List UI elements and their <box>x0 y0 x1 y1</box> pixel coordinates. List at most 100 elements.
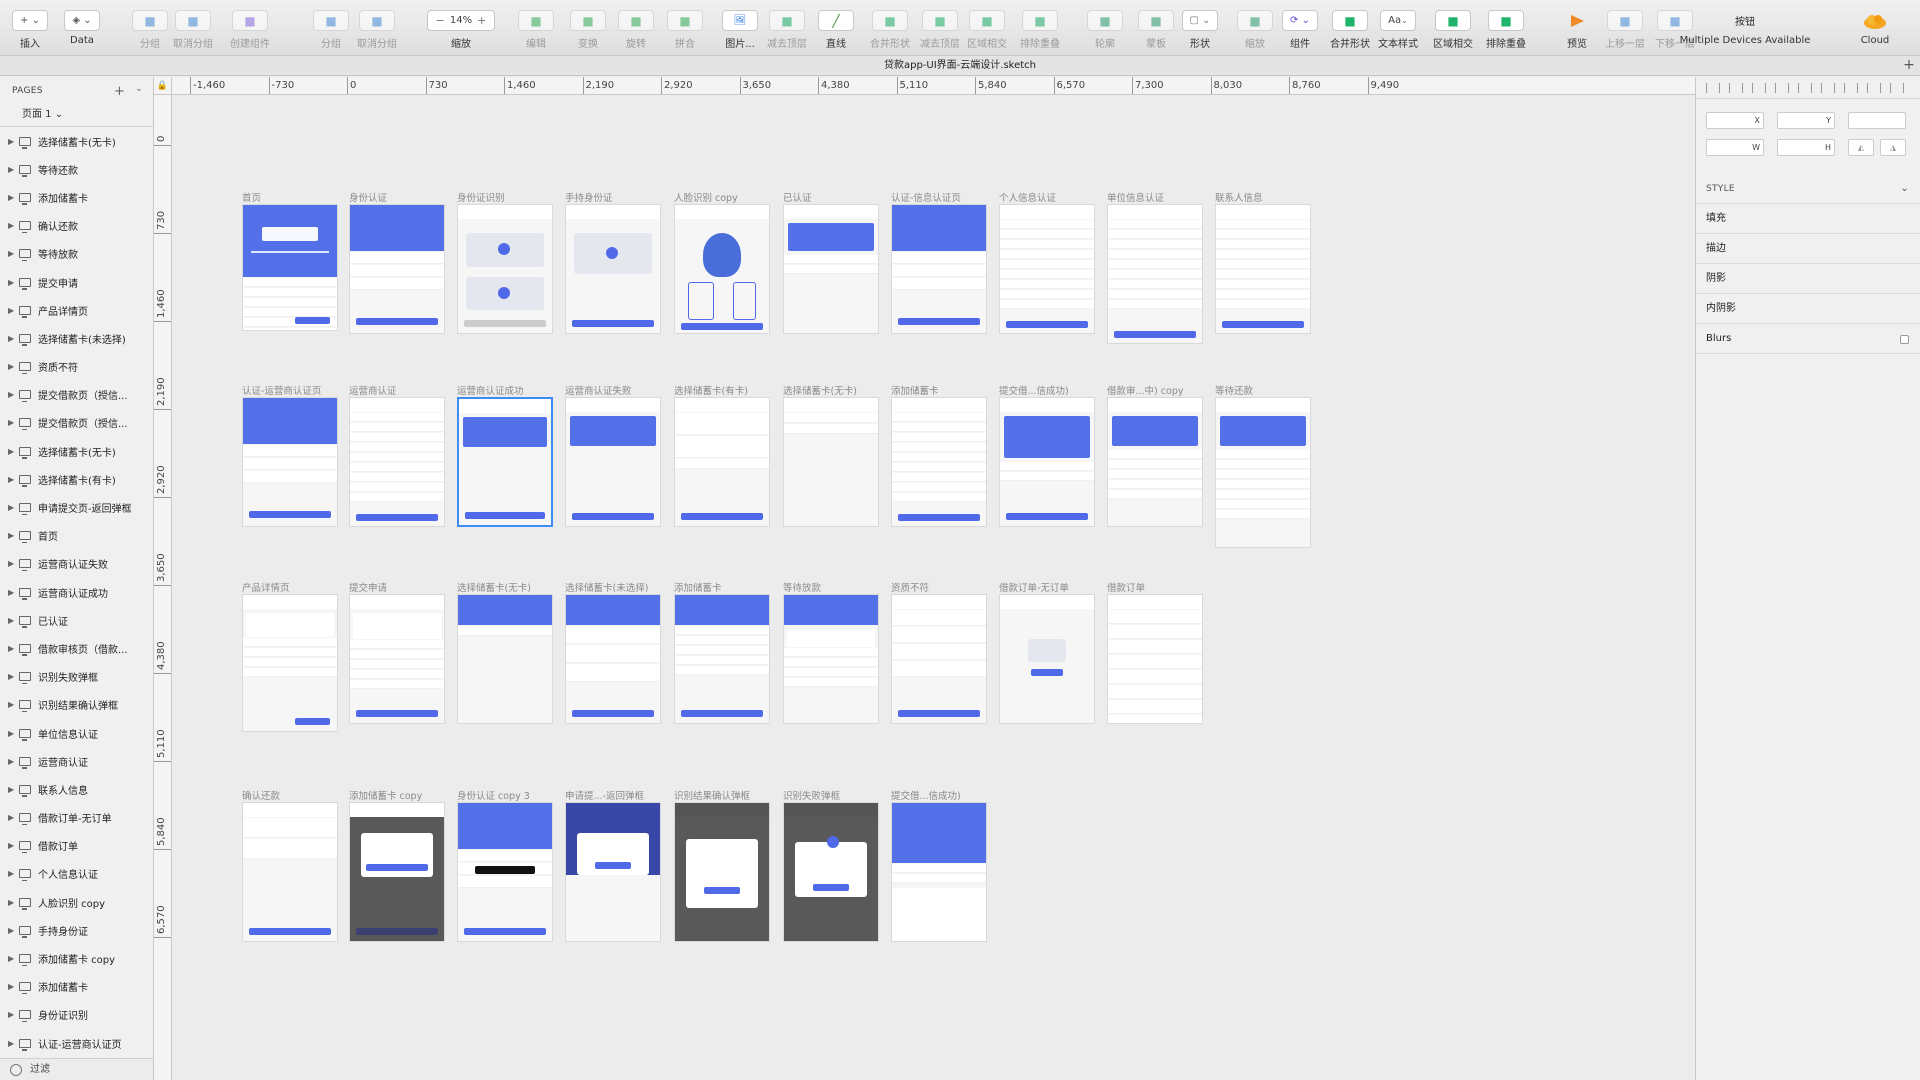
align-icon[interactable] <box>1775 82 1789 93</box>
layer-artboard[interactable]: ▶ 借款订单-无订单 <box>0 804 153 832</box>
y-field[interactable]: Y <box>1777 112 1835 129</box>
flip-horizontal-button[interactable]: ◭ <box>1848 139 1874 156</box>
layer-artboard[interactable]: ▶ 等待还款 <box>0 155 153 183</box>
toolbar-image-button[interactable]: 🖼 图片... <box>720 0 760 56</box>
artboard-screen[interactable] <box>674 204 770 335</box>
disclosure-triangle-icon[interactable]: ▶ <box>8 306 14 315</box>
layer-artboard[interactable]: ▶ 产品详情页 <box>0 296 153 324</box>
toolbar-difference-button[interactable]: ■ 排除重叠 <box>1486 0 1526 56</box>
artboard-screen[interactable] <box>565 204 661 335</box>
artboard[interactable]: 添加储蓄卡 copy <box>349 791 445 942</box>
layer-artboard[interactable]: ▶ 借款订单 <box>0 832 153 860</box>
disclosure-triangle-icon[interactable]: ▶ <box>8 165 14 174</box>
toolbar-group-button[interactable]: ■ 分组 <box>311 0 351 56</box>
new-tab-plus-icon[interactable]: + <box>1902 58 1916 73</box>
artboard[interactable]: 人脸识别 copy <box>674 193 770 335</box>
artboard-screen[interactable] <box>457 204 553 335</box>
artboard-title[interactable]: 手持身份证 <box>565 190 613 204</box>
artboard-screen[interactable] <box>349 594 445 725</box>
artboard-title[interactable]: 提交申请 <box>349 580 387 594</box>
artboard-screen[interactable] <box>999 204 1095 335</box>
artboard[interactable]: 识别失败弹框 <box>783 791 879 942</box>
artboard[interactable]: 选择储蓄卡(无卡) <box>783 386 879 528</box>
horizontal-ruler[interactable]: -1,460 -730 0 730 1,460 2,190 2,920 3,650 4,380 5… <box>154 77 1695 95</box>
artboard[interactable]: 选择储蓄卡(未选择) <box>565 583 661 725</box>
artboard-screen[interactable] <box>1215 204 1311 335</box>
align-icon[interactable] <box>1798 82 1812 93</box>
layer-artboard[interactable]: ▶ 等待放款 <box>0 240 153 268</box>
artboard[interactable]: 已认证 <box>783 193 879 335</box>
disclosure-triangle-icon[interactable]: ▶ <box>8 418 14 427</box>
style-section[interactable]: 阴影 <box>1696 264 1920 294</box>
current-page-selector[interactable]: 页面 1 ⌄ <box>0 105 153 127</box>
disclosure-triangle-icon[interactable]: ▶ <box>8 475 14 484</box>
layer-artboard[interactable]: ▶ 个人信息认证 <box>0 860 153 888</box>
toolbar-text-style-button[interactable]: Aa ⌄ 文本样式 <box>1378 0 1418 56</box>
artboard-title[interactable]: 选择储蓄卡(有卡) <box>674 383 748 397</box>
artboard-screen[interactable] <box>891 802 987 942</box>
layer-artboard[interactable]: ▶ 选择储蓄卡(无卡) <box>0 437 153 465</box>
artboard-title[interactable]: 个人信息认证 <box>999 190 1056 204</box>
artboard-screen[interactable] <box>242 204 338 332</box>
disclosure-triangle-icon[interactable]: ▶ <box>8 729 14 738</box>
toolbar-zoom-button[interactable]: −14% + 缩放 <box>427 0 495 56</box>
artboard-screen[interactable] <box>242 397 338 528</box>
artboard-screen[interactable] <box>783 204 879 335</box>
artboard-title[interactable]: 借款审...中) copy <box>1107 383 1183 397</box>
artboard-screen[interactable] <box>457 397 553 528</box>
toolbar-forward-button[interactable]: ■ 上移一层 <box>1605 0 1645 56</box>
artboard-title[interactable]: 身份认证 copy 3 <box>457 788 530 802</box>
artboard[interactable]: 等待还款 <box>1215 386 1311 549</box>
artboard-screen[interactable] <box>457 802 553 942</box>
disclosure-triangle-icon[interactable]: ▶ <box>8 588 14 597</box>
layer-artboard[interactable]: ▶ 运营商认证失败 <box>0 550 153 578</box>
align-icon[interactable] <box>1867 82 1881 93</box>
disclosure-triangle-icon[interactable]: ▶ <box>8 503 14 512</box>
artboard-screen[interactable] <box>565 397 661 528</box>
artboard-screen[interactable] <box>674 397 770 528</box>
artboard-screen[interactable] <box>783 397 879 528</box>
artboard-screen[interactable] <box>783 594 879 725</box>
artboard-title[interactable]: 资质不符 <box>891 580 929 594</box>
layer-artboard[interactable]: ▶ 借款审核页（借款... <box>0 634 153 662</box>
disclosure-triangle-icon[interactable]: ▶ <box>8 278 14 287</box>
toolbar-ungroup-button[interactable]: ■ 取消分组 <box>173 0 213 56</box>
disclosure-triangle-icon[interactable]: ▶ <box>8 362 14 371</box>
disclosure-triangle-icon[interactable]: ▶ <box>8 334 14 343</box>
disclosure-triangle-icon[interactable]: ▶ <box>8 785 14 794</box>
artboard-screen[interactable] <box>1107 204 1203 344</box>
artboard[interactable]: 添加储蓄卡 <box>891 386 987 528</box>
collapse-pages-icon[interactable]: ⌄ <box>135 84 143 99</box>
align-icon[interactable] <box>1729 82 1743 93</box>
layer-artboard[interactable]: ▶ 确认还款 <box>0 212 153 240</box>
artboard[interactable]: 个人信息认证 <box>999 193 1095 335</box>
toolbar-cloud-button[interactable]: Cloud <box>1855 0 1895 56</box>
artboard[interactable]: 身份认证 copy 3 <box>457 791 553 942</box>
artboard[interactable]: 单位信息认证 <box>1107 193 1203 344</box>
width-field[interactable]: W <box>1706 139 1764 156</box>
disclosure-triangle-icon[interactable]: ▶ <box>8 193 14 202</box>
artboard-title[interactable]: 联系人信息 <box>1215 190 1263 204</box>
artboard-title[interactable]: 借款订单 <box>1107 580 1145 594</box>
toolbar-mask-button[interactable]: ■ 蒙板 <box>1136 0 1176 56</box>
disclosure-triangle-icon[interactable]: ▶ <box>8 1039 14 1048</box>
style-header[interactable]: STYLE ⌄ <box>1696 174 1920 204</box>
disclosure-triangle-icon[interactable]: ▶ <box>8 221 14 230</box>
artboard-screen[interactable] <box>999 594 1095 725</box>
artboard[interactable]: 身份证识别 <box>457 193 553 335</box>
artboard-title[interactable]: 添加储蓄卡 <box>891 383 939 397</box>
style-section[interactable]: 填充 <box>1696 204 1920 234</box>
ruler-lock-icon[interactable]: 🔒 <box>154 77 172 95</box>
toolbar-subtract-top-button[interactable]: ■ 减去顶层 <box>767 0 807 56</box>
disclosure-triangle-icon[interactable]: ▶ <box>8 869 14 878</box>
align-icon[interactable] <box>1821 82 1835 93</box>
artboard-screen[interactable] <box>565 594 661 725</box>
x-field[interactable]: X <box>1706 112 1764 129</box>
disclosure-triangle-icon[interactable]: ▶ <box>8 531 14 540</box>
layer-artboard[interactable]: ▶ 已认证 <box>0 606 153 634</box>
artboard-screen[interactable] <box>783 802 879 942</box>
layer-artboard[interactable]: ▶ 单位信息认证 <box>0 719 153 747</box>
artboard-title[interactable]: 申请提...-返回弹框 <box>565 788 644 802</box>
toolbar-button-button[interactable]: 按钮 Multiple Devices Available <box>1680 0 1811 56</box>
toolbar-difference-button[interactable]: ■ 排除重叠 <box>1020 0 1060 56</box>
